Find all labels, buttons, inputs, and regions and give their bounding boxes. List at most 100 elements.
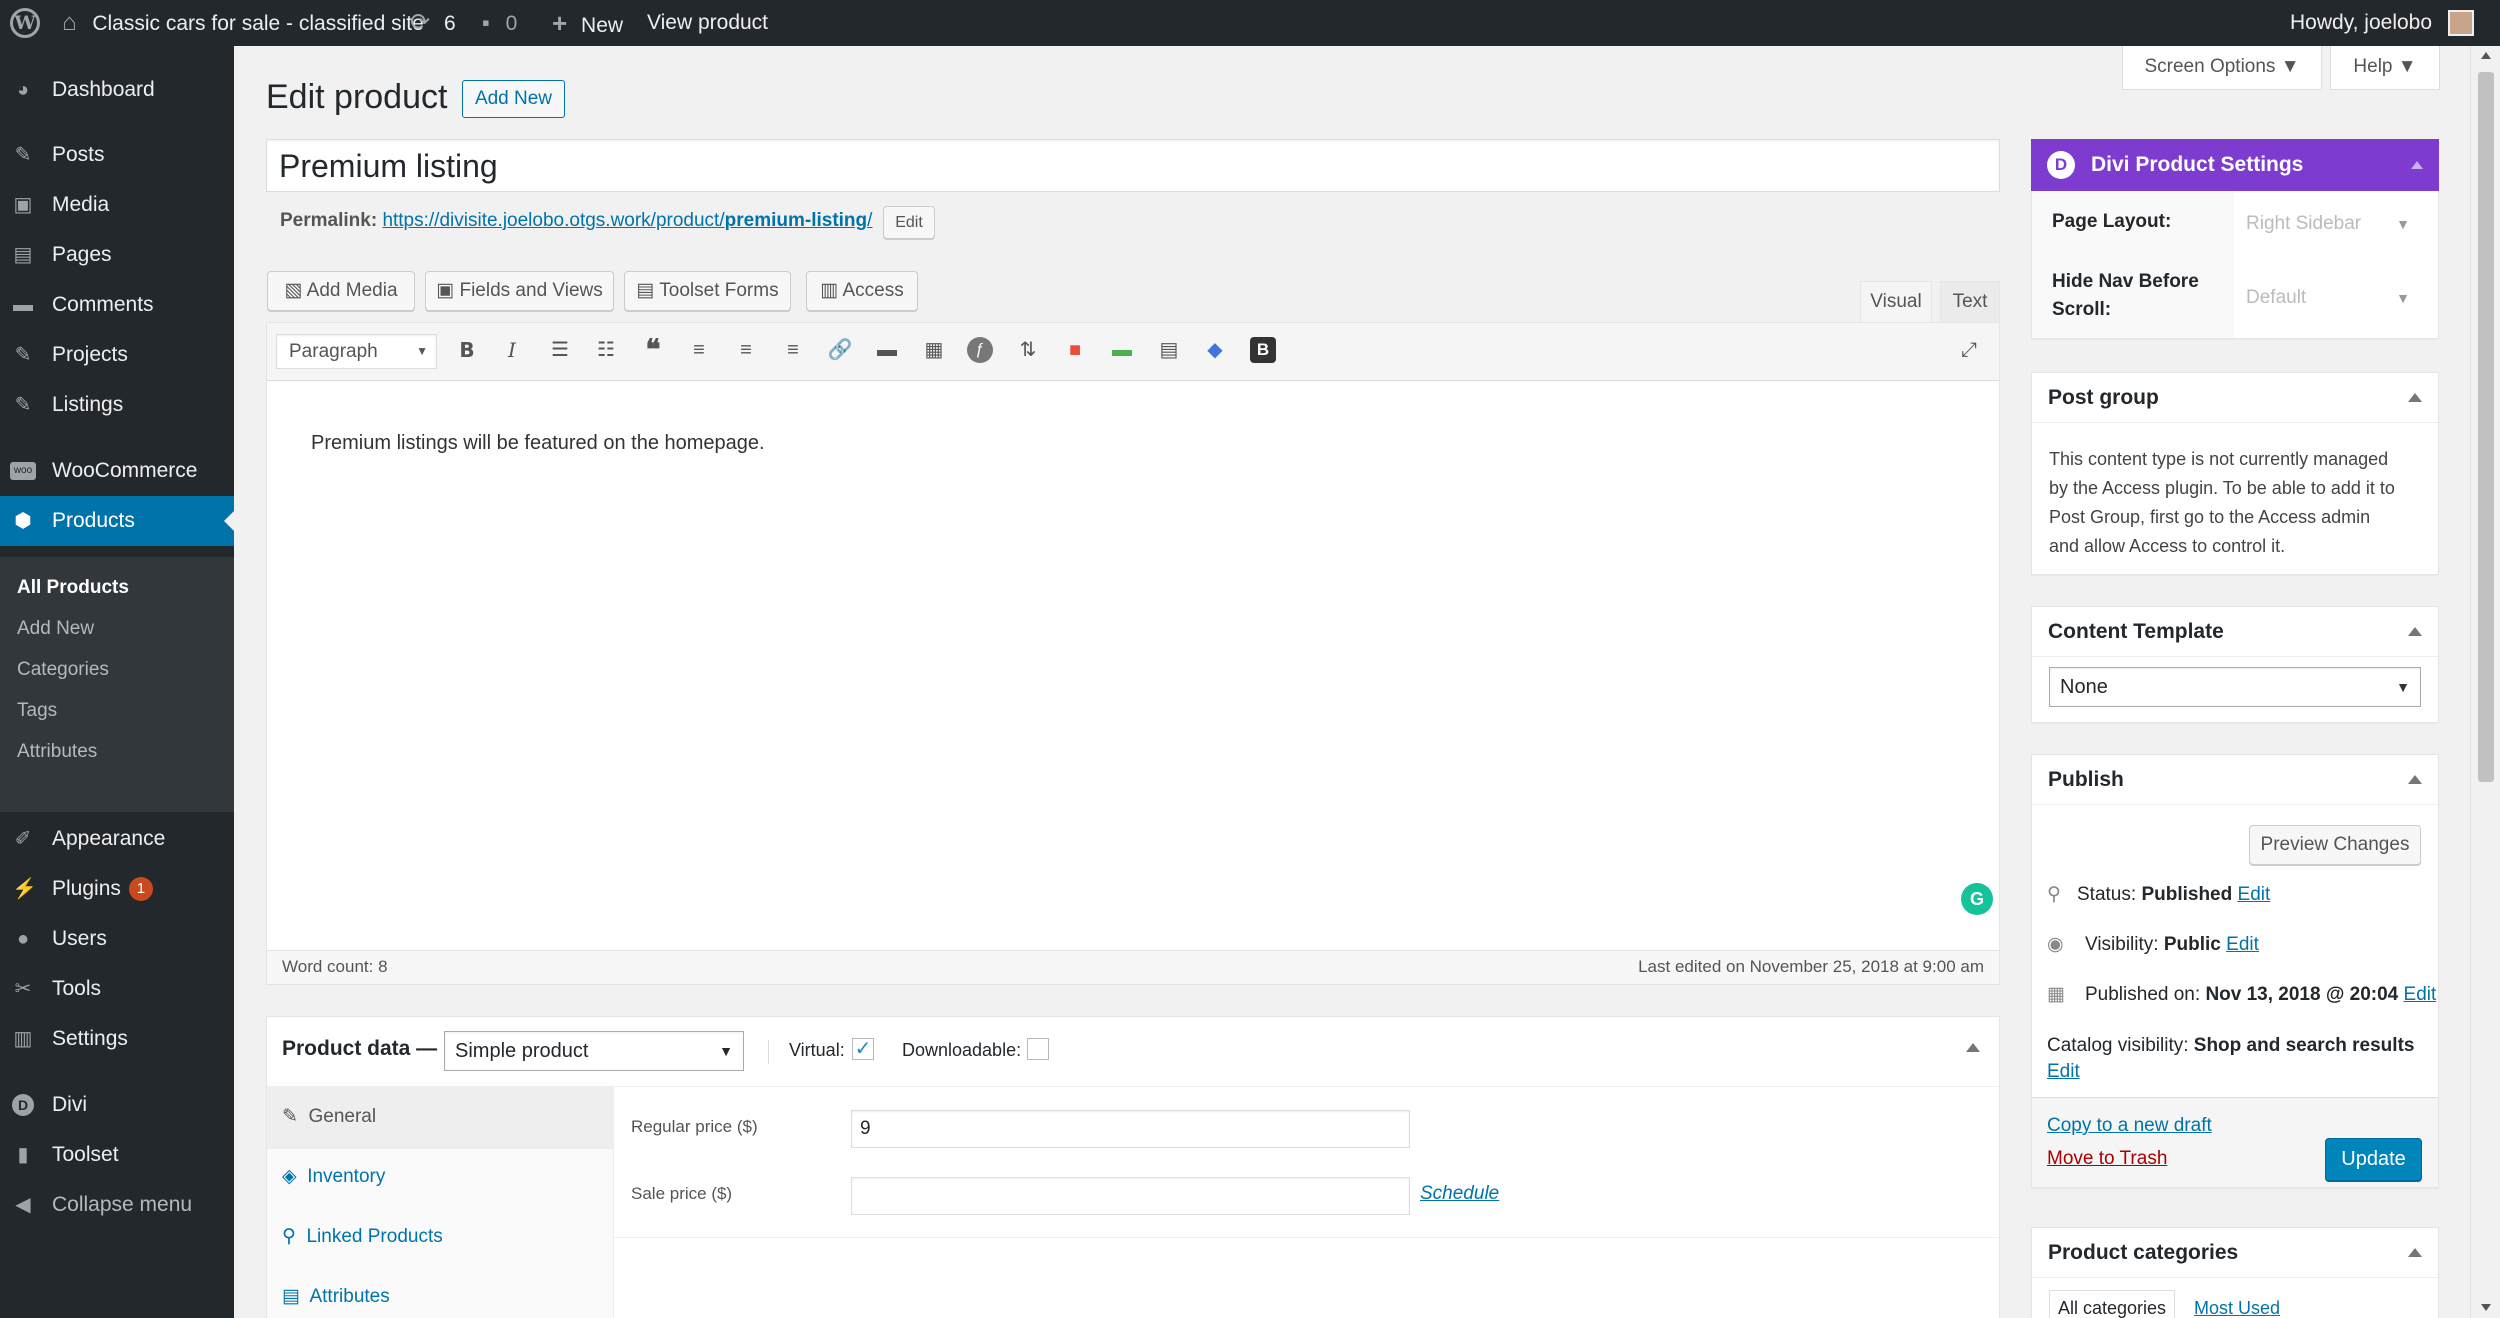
downloadable-checkbox[interactable] xyxy=(1027,1038,1049,1060)
fields-and-views-button[interactable]: ▣ Fields and Views xyxy=(425,271,614,311)
submenu-all-products[interactable]: All Products xyxy=(17,577,129,599)
regular-price-input[interactable]: 9 xyxy=(851,1110,1410,1148)
toolset-fields-icon[interactable]: ƒ xyxy=(967,337,993,363)
blockquote-icon[interactable]: ❝ xyxy=(640,336,666,364)
tab-general[interactable]: ✎ General xyxy=(282,1105,376,1128)
sale-price-input[interactable] xyxy=(851,1177,1410,1215)
scrollbar-thumb[interactable] xyxy=(2478,72,2494,782)
sidebar-item-posts[interactable]: ✎ Posts xyxy=(0,130,234,180)
bold-icon[interactable]: B xyxy=(454,337,480,363)
new-content-link[interactable]: + New xyxy=(552,0,623,46)
divi-builder-icon[interactable]: B xyxy=(1250,337,1276,363)
media-icon: ▧ xyxy=(284,280,303,301)
tab-most-used[interactable]: Most Used xyxy=(2194,1298,2280,1318)
hide-nav-select[interactable]: Default ▼ xyxy=(2246,280,2432,318)
publish-header[interactable]: Publish xyxy=(2032,755,2438,805)
screen-options-button[interactable]: Screen Options ▼ xyxy=(2122,46,2322,90)
sidebar-item-pages[interactable]: ▤ Pages xyxy=(0,230,234,280)
page-scrollbar[interactable] xyxy=(2470,46,2500,1318)
add-media-button[interactable]: ▧ Add Media xyxy=(267,271,415,311)
italic-icon[interactable]: I xyxy=(499,337,525,363)
tab-attributes[interactable]: ▤ Attributes xyxy=(282,1285,390,1308)
tab-visual[interactable]: Visual xyxy=(1860,281,1932,323)
bulleted-list-icon[interactable]: ☰ xyxy=(547,337,573,363)
admin-sidebar: ◕ Dashboard ✎ Posts ▣ Media ▤ Pages ▬ Comment… xyxy=(0,46,234,1318)
tab-linked-products[interactable]: ⚲ Linked Products xyxy=(282,1225,443,1248)
access-button[interactable]: ▥ Access xyxy=(806,271,918,311)
sidebar-item-comments[interactable]: ▬ Comments xyxy=(0,280,234,330)
updates-icon: ⟳ xyxy=(410,9,431,36)
published-edit-link[interactable]: Edit xyxy=(2404,984,2437,1005)
content-template-header[interactable]: Content Template xyxy=(2032,607,2438,657)
move-to-trash-link[interactable]: Move to Trash xyxy=(2047,1148,2167,1170)
sidebar-item-appearance[interactable]: ✐ Appearance xyxy=(0,814,234,864)
sidebar-item-listings[interactable]: ✎ Listings xyxy=(0,380,234,430)
divi-settings-header[interactable]: D Divi Product Settings xyxy=(2031,139,2439,191)
sidebar-item-toolset[interactable]: ▮ Toolset xyxy=(0,1130,234,1180)
grammarly-icon[interactable]: G xyxy=(1961,883,1993,915)
catalog-edit-link[interactable]: Edit xyxy=(2047,1061,2080,1082)
page-layout-select[interactable]: Right Sidebar ▼ xyxy=(2246,206,2432,244)
sidebar-item-settings[interactable]: ▥ Settings xyxy=(0,1014,234,1064)
sidebar-item-woocommerce[interactable]: woo WooCommerce xyxy=(0,446,234,496)
updates-link[interactable]: ⟳ 6 xyxy=(410,0,456,46)
editor-content[interactable]: Premium listings will be featured on the… xyxy=(311,432,765,455)
layout-icon[interactable]: ▤ xyxy=(1156,337,1182,363)
site-home-link[interactable]: ⌂ Classic cars for sale - classified sit… xyxy=(62,0,424,46)
status-edit-link[interactable]: Edit xyxy=(2238,884,2271,905)
submenu-tags[interactable]: Tags xyxy=(17,700,57,722)
sidebar-item-divi[interactable]: D Divi xyxy=(0,1080,234,1130)
howdy-user[interactable]: Howdy, joelobo xyxy=(2290,0,2474,46)
submenu-attributes[interactable]: Attributes xyxy=(17,741,97,763)
tab-all-categories[interactable]: All categories xyxy=(2049,1290,2175,1318)
align-left-icon[interactable]: ≡ xyxy=(686,337,712,363)
collapse-menu[interactable]: ◀ Collapse menu xyxy=(0,1180,234,1230)
comments-link[interactable]: ▪ 0 xyxy=(482,0,517,46)
permalink-link[interactable]: https://divisite.joelobo.otgs.work/produ… xyxy=(382,210,872,231)
link-icon[interactable]: 🔗 xyxy=(827,337,853,363)
submenu-categories[interactable]: Categories xyxy=(17,659,109,681)
format-select[interactable]: Paragraph ▼ xyxy=(276,334,437,369)
content-template-select[interactable]: None ▼ xyxy=(2049,667,2421,707)
copy-to-draft-link[interactable]: Copy to a new draft xyxy=(2047,1115,2212,1137)
toolset-forms-button[interactable]: ▤ Toolset Forms xyxy=(624,271,791,311)
toolbar-toggle-icon[interactable]: ▦ xyxy=(921,337,947,363)
sidebar-item-users[interactable]: ● Users xyxy=(0,914,234,964)
sidebar-item-projects[interactable]: ✎ Projects xyxy=(0,330,234,380)
update-button[interactable]: Update xyxy=(2325,1138,2422,1181)
wordpress-logo-icon[interactable]: W xyxy=(10,0,40,46)
add-new-button[interactable]: Add New xyxy=(462,80,565,118)
product-categories-header[interactable]: Product categories xyxy=(2032,1228,2438,1278)
downloadable-label: Downloadable: xyxy=(902,1040,1022,1060)
scroll-up-icon[interactable] xyxy=(2481,52,2491,59)
sidebar-item-products[interactable]: ⬢ Products xyxy=(0,496,234,546)
sidebar-item-media[interactable]: ▣ Media xyxy=(0,180,234,230)
sidebar-item-dashboard[interactable]: ◕ Dashboard xyxy=(0,65,234,115)
tab-inventory[interactable]: ◈ Inventory xyxy=(282,1165,385,1188)
post-title-input[interactable]: Premium listing xyxy=(266,139,2000,192)
product-type-select[interactable]: Simple product ▼ xyxy=(444,1031,744,1071)
access-shortcode-icon[interactable]: ◆ xyxy=(1202,337,1228,363)
schedule-link[interactable]: Schedule xyxy=(1420,1183,1499,1205)
tab-text[interactable]: Text xyxy=(1940,281,2000,323)
visibility-edit-link[interactable]: Edit xyxy=(2226,934,2259,955)
align-right-icon[interactable]: ≡ xyxy=(780,337,806,363)
post-group-header[interactable]: Post group xyxy=(2032,373,2438,423)
view-product-link[interactable]: View product xyxy=(647,0,768,46)
collapse-toggle-icon[interactable] xyxy=(1966,1043,1980,1052)
preview-changes-button[interactable]: Preview Changes xyxy=(2249,825,2421,865)
views-shortcode-icon[interactable]: ■ xyxy=(1062,337,1088,363)
submenu-add-new[interactable]: Add New xyxy=(17,618,94,640)
align-center-icon[interactable]: ≡ xyxy=(733,337,759,363)
fullscreen-icon[interactable]: ⤢ xyxy=(1956,337,1982,363)
scroll-down-icon[interactable] xyxy=(2481,1304,2491,1311)
numbered-list-icon[interactable]: ☷ xyxy=(593,337,619,363)
forms-shortcode-icon[interactable]: ▬ xyxy=(1109,337,1135,363)
insert-icon[interactable]: ⇅ xyxy=(1015,337,1041,363)
permalink-edit-button[interactable]: Edit xyxy=(883,206,935,239)
virtual-checkbox[interactable]: ✓ xyxy=(852,1038,874,1060)
sidebar-item-plugins[interactable]: ⚡ Plugins 1 xyxy=(0,864,234,914)
sidebar-item-tools[interactable]: ✂ Tools xyxy=(0,964,234,1014)
read-more-icon[interactable]: ▬ xyxy=(874,337,900,363)
help-button[interactable]: Help ▼ xyxy=(2330,46,2440,90)
